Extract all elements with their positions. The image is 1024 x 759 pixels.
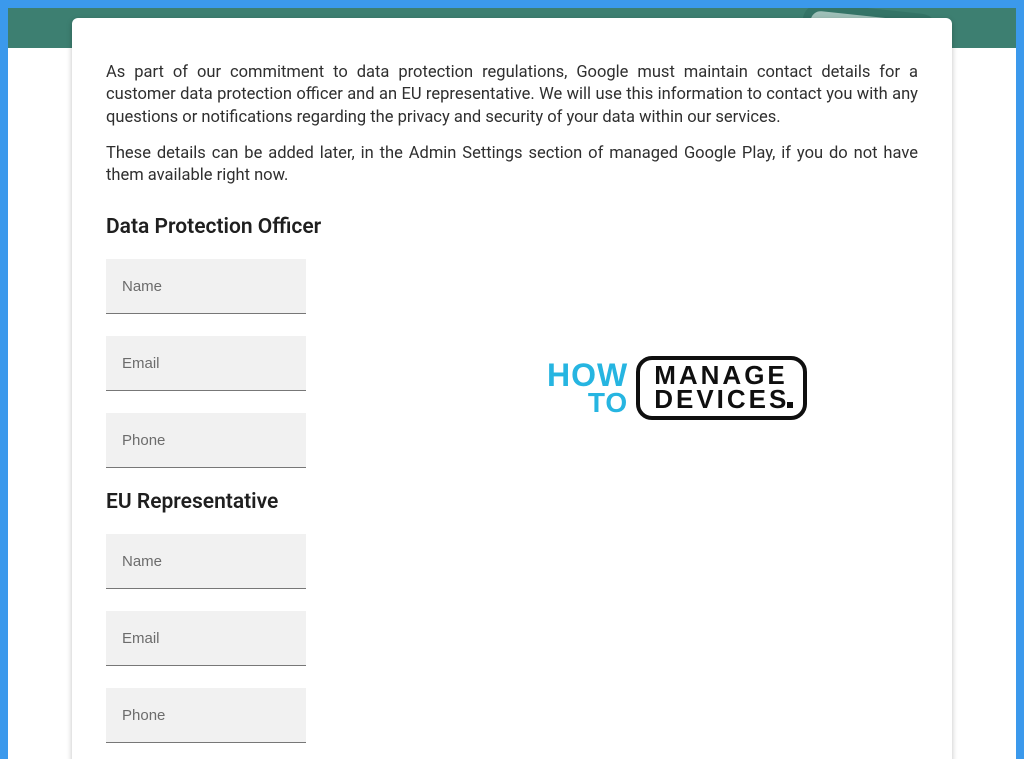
watermark-logo: HOW TO MANAGE DEVICES [547,348,847,428]
watermark-devices-text: DEVICES [654,388,789,412]
watermark-how-text: HOW [547,361,628,390]
dpo-phone-field[interactable] [106,413,306,468]
section-title-dpo: Data Protection Officer [106,215,918,239]
dpo-email-field[interactable] [106,336,306,391]
watermark-howto: HOW TO [547,361,628,415]
watermark-dot-icon [787,402,793,408]
eurep-name-field[interactable] [106,534,306,589]
watermark-box: MANAGE DEVICES [636,356,807,420]
section-title-eurep: EU Representative [106,490,918,514]
eurep-email-field[interactable] [106,611,306,666]
eurep-phone-field[interactable] [106,688,306,743]
watermark-to-text: TO [588,390,628,415]
intro-text-block: As part of our commitment to data protec… [106,62,918,187]
intro-paragraph-1: As part of our commitment to data protec… [106,62,918,129]
intro-paragraph-2: These details can be added later, in the… [106,143,918,188]
dpo-name-field[interactable] [106,259,306,314]
outer-frame: As part of our commitment to data protec… [8,8,1016,759]
